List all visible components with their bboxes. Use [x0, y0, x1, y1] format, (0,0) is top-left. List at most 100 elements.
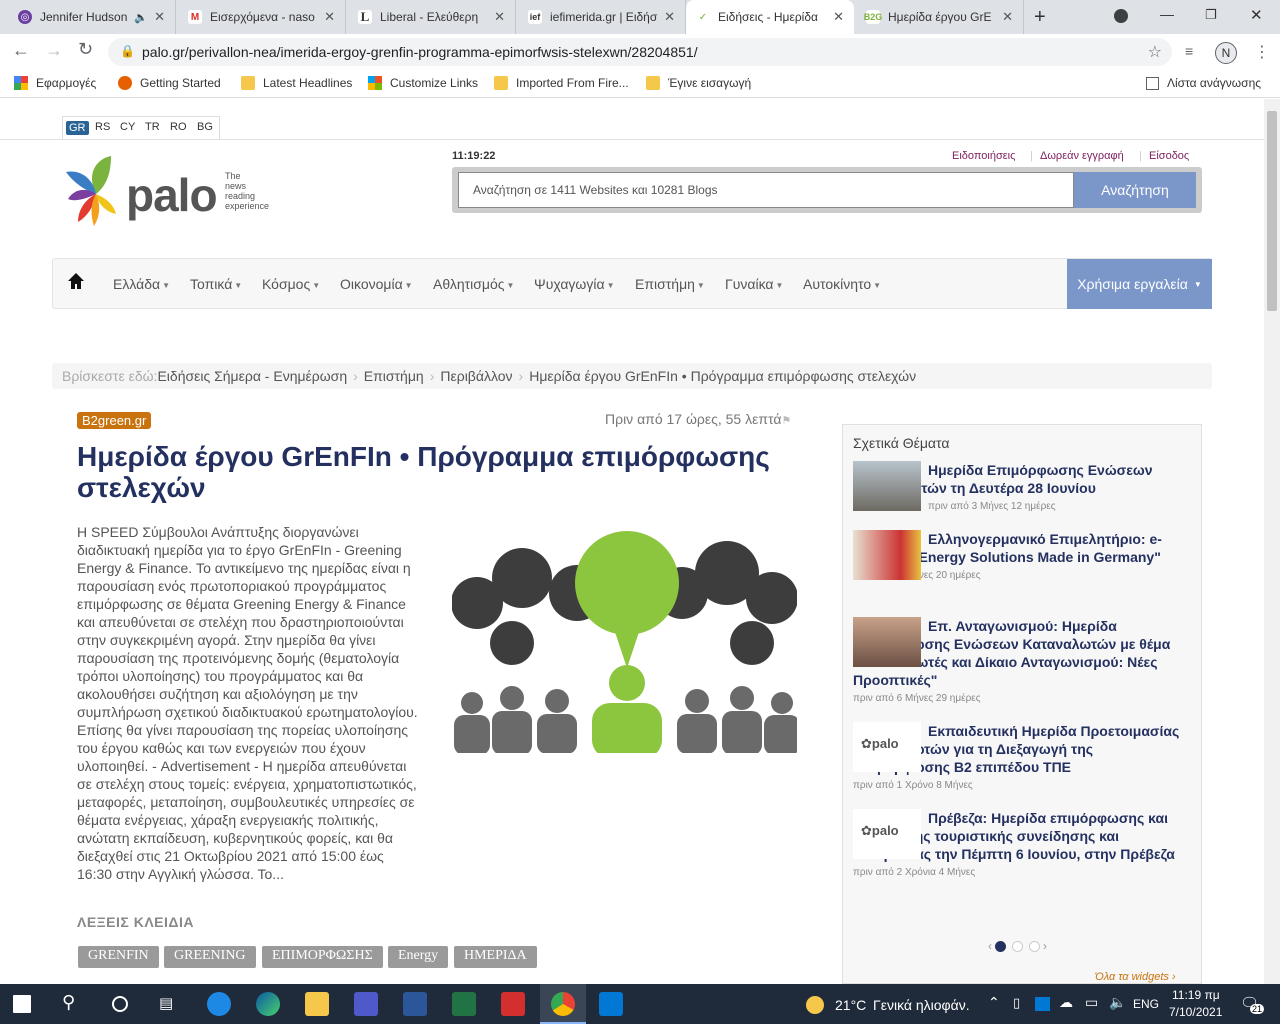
browser-tab-active[interactable]: ✓ Ειδήσεις - Ημερίδα ✕: [686, 0, 854, 34]
close-icon[interactable]: ✕: [664, 9, 675, 25]
restore-button[interactable]: ❐: [1205, 7, 1217, 23]
related-item[interactable]: Ελληνογερμανικό Επιμελητήριο: e-Ημερίδα …: [853, 530, 1183, 581]
keyword-tag[interactable]: Energy: [388, 946, 449, 968]
outlook-icon[interactable]: [599, 992, 623, 1016]
keyword-tag[interactable]: GREENING: [164, 946, 256, 968]
related-item[interactable]: ✿palo Πρέβεζα: Ημερίδα επιμόρφωσης και δ…: [853, 809, 1183, 878]
search-icon[interactable]: ⚲: [62, 992, 75, 1013]
task-view-icon[interactable]: ▤: [159, 994, 173, 1012]
prev-arrow-icon[interactable]: ‹: [988, 939, 992, 953]
next-arrow-icon[interactable]: ›: [1043, 939, 1047, 953]
volume-icon[interactable]: 🔈: [1109, 994, 1126, 1011]
breadcrumb-item[interactable]: Περιβάλλον: [440, 368, 512, 384]
audio-icon[interactable]: 🔈: [134, 11, 148, 24]
weather-sun-icon[interactable]: [806, 996, 824, 1014]
nav-item-psyxagogia[interactable]: Ψυχαγωγία ▼: [534, 276, 614, 292]
keyword-tag[interactable]: ΕΠΙΜΟΡΦΩΣΗΣ: [262, 946, 383, 968]
clock-time[interactable]: 11:19 πμ: [1172, 988, 1220, 1002]
back-icon[interactable]: ←: [12, 40, 30, 61]
lang-bg[interactable]: BG: [197, 121, 213, 133]
tray-chevron-icon[interactable]: ⌃: [988, 994, 1000, 1011]
chrome-taskbar-item[interactable]: [540, 984, 586, 1024]
home-icon[interactable]: [67, 272, 87, 292]
notifications-link[interactable]: Ειδοποιήσεις: [952, 150, 1015, 162]
lang-gr[interactable]: GR: [66, 121, 89, 135]
ie-icon[interactable]: [207, 992, 231, 1016]
word-icon[interactable]: [403, 992, 427, 1016]
minimize-button[interactable]: —: [1160, 6, 1174, 22]
bookmark-imported-2[interactable]: Έγινε εισαγωγή: [646, 76, 751, 90]
bookmark-customize-links[interactable]: Customize Links: [368, 76, 478, 90]
acrobat-icon[interactable]: [501, 992, 525, 1016]
bookmark-latest-headlines[interactable]: Latest Headlines: [241, 76, 352, 90]
palo-logo[interactable]: palo The news reading experience: [66, 154, 296, 234]
profile-avatar[interactable]: N: [1215, 42, 1237, 64]
bookmark-star-icon[interactable]: ☆: [1148, 42, 1162, 62]
input-language[interactable]: ENG: [1133, 997, 1159, 1011]
browser-tab[interactable]: L Liberal - Ελεύθερη ✕: [348, 0, 516, 34]
reading-mode-icon[interactable]: ≡: [1185, 43, 1193, 59]
close-icon[interactable]: ✕: [1002, 9, 1013, 25]
nav-item-athlitismos[interactable]: Αθλητισμός ▼: [433, 276, 514, 292]
clock-date[interactable]: 7/10/2021: [1169, 1005, 1222, 1019]
related-item[interactable]: Ημερίδα Επιμόρφωσης Ενώσεων Καταναλωτών …: [853, 461, 1183, 512]
nav-item-gynaika[interactable]: Γυναίκα ▼: [725, 276, 783, 292]
bookmark-getting-started[interactable]: Getting Started: [118, 76, 221, 90]
nav-item-epistimi[interactable]: Επιστήμη ▼: [635, 276, 705, 292]
bookmark-imported[interactable]: Imported From Fire...: [494, 76, 629, 90]
close-icon[interactable]: ✕: [833, 9, 844, 25]
nav-item-oikonomia[interactable]: Οικονομία ▼: [340, 276, 413, 292]
scrollbar-thumb[interactable]: [1267, 111, 1277, 311]
close-icon[interactable]: ✕: [154, 9, 165, 25]
tools-dropdown[interactable]: Χρήσιμα εργαλεία ▼: [1067, 259, 1212, 309]
lang-cy[interactable]: CY: [120, 121, 135, 133]
breadcrumb-item[interactable]: Ειδήσεις Σήμερα - Ενημέρωση: [157, 368, 347, 384]
new-tab-button[interactable]: +: [1034, 6, 1046, 29]
login-link[interactable]: Είσοδος: [1149, 150, 1189, 162]
search-input[interactable]: Αναζήτηση σε 1411 Websites και 10281 Blo…: [458, 172, 1074, 208]
file-explorer-icon[interactable]: [305, 992, 329, 1016]
reading-list[interactable]: Λίστα ανάγνωσης: [1146, 76, 1261, 90]
network-icon[interactable]: ▭: [1085, 994, 1098, 1011]
all-widgets-link[interactable]: Όλα τα widgets ›: [1095, 971, 1176, 983]
pager-dot[interactable]: [995, 940, 1006, 952]
lang-rs[interactable]: RS: [95, 121, 110, 133]
lang-ro[interactable]: RO: [170, 121, 187, 133]
breadcrumb-item[interactable]: Επιστήμη: [364, 368, 424, 384]
menu-icon[interactable]: ⋮: [1254, 42, 1270, 62]
close-window-button[interactable]: ✕: [1250, 6, 1263, 24]
nav-item-topika[interactable]: Τοπικά ▼: [190, 276, 242, 292]
free-signup-link[interactable]: Δωρεάν εγγραφή: [1040, 150, 1124, 162]
tray-app-icon[interactable]: ▯: [1013, 995, 1020, 1011]
outlook-tray-icon[interactable]: [1035, 997, 1050, 1011]
browser-tab[interactable]: B2G Ημερίδα έργου GrE ✕: [856, 0, 1024, 34]
lang-tr[interactable]: TR: [145, 121, 160, 133]
source-badge[interactable]: B2green.gr: [77, 412, 152, 429]
cortana-icon[interactable]: [112, 996, 128, 1012]
start-icon[interactable]: [13, 995, 31, 1013]
edge-icon[interactable]: [256, 992, 280, 1016]
page-scrollbar[interactable]: [1264, 99, 1280, 984]
browser-tab[interactable]: ief iefimerida.gr | Ειδήσ ✕: [518, 0, 686, 34]
related-item[interactable]: ✿palo Εκπαιδευτική Ημερίδα Προετοιμασίας…: [853, 722, 1183, 791]
close-icon[interactable]: ✕: [494, 9, 505, 25]
address-bar[interactable]: 🔒 palo.gr/perivallon-nea/imerida-ergoy-g…: [108, 38, 1172, 66]
nav-item-kosmos[interactable]: Κόσμος ▼: [262, 276, 320, 292]
temperature[interactable]: 21°C: [835, 997, 866, 1013]
pager-dot[interactable]: [1012, 940, 1023, 952]
bookmark-apps[interactable]: Εφαρμογές: [14, 76, 96, 90]
tab-search-icon[interactable]: [1114, 9, 1128, 23]
onedrive-icon[interactable]: ☁: [1059, 994, 1073, 1011]
browser-tab[interactable]: M Εισερχόμενα - naso ✕: [178, 0, 346, 34]
reload-icon[interactable]: ↻: [78, 39, 93, 60]
nav-item-ellada[interactable]: Ελλάδα ▼: [113, 276, 170, 292]
teams-icon[interactable]: [354, 992, 378, 1016]
browser-tab[interactable]: ◎ Jennifer Hudson 🔈 ✕: [8, 0, 176, 34]
close-icon[interactable]: ✕: [324, 9, 335, 25]
keyword-tag[interactable]: ΗΜΕΡΙΔΑ: [454, 946, 537, 968]
forward-icon[interactable]: →: [45, 40, 63, 61]
related-item[interactable]: Επ. Ανταγωνισμού: Ημερίδα Επιμόρφωσης Εν…: [853, 617, 1183, 704]
excel-icon[interactable]: [452, 992, 476, 1016]
pager-dot[interactable]: [1029, 940, 1040, 952]
search-button[interactable]: Αναζήτηση: [1074, 172, 1196, 208]
